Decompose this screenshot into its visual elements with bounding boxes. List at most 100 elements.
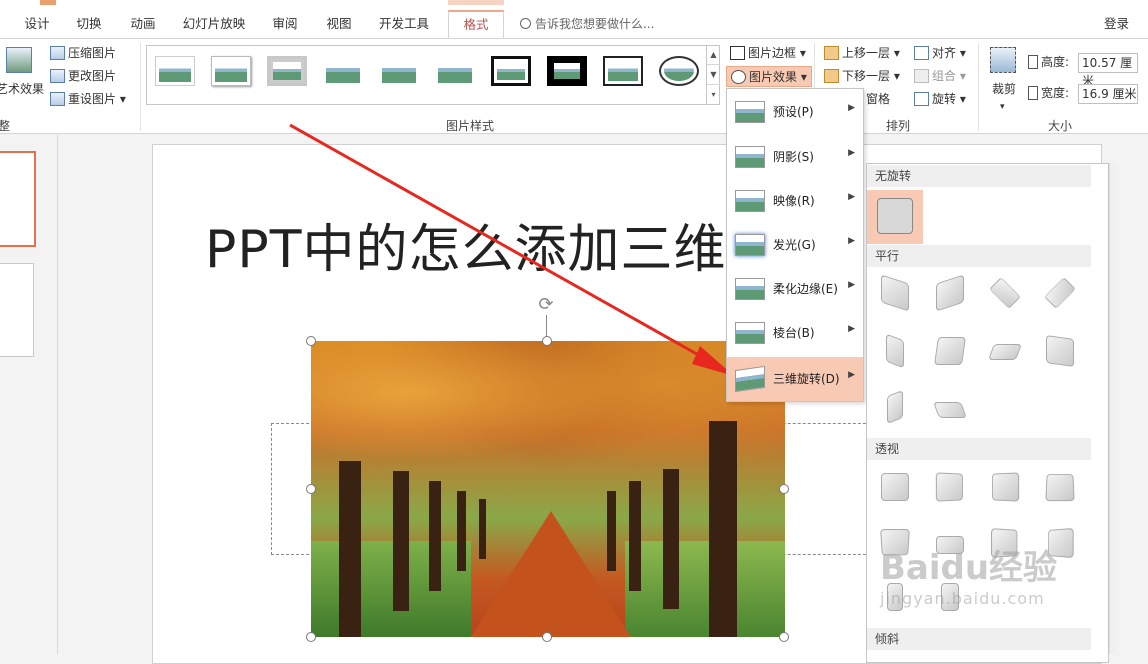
tell-me-box[interactable]: 告诉我您想要做什么... [520,12,654,36]
style-thick-frame[interactable] [267,56,307,86]
gallery-down-icon[interactable]: ▼ [707,65,720,85]
width-label: 宽度: [1028,83,1069,104]
tell-me-text: 告诉我您想要做什么... [535,17,655,31]
menu-item-label: 预设(P) [773,105,814,119]
tree-trunk [457,491,466,571]
option-parallel-4[interactable] [1037,270,1083,316]
slide-thumbnail-2[interactable] [0,263,34,357]
compress-icon [50,46,65,60]
submenu-scrollbar[interactable] [1109,163,1117,654]
gallery-more-icon[interactable]: ▾ [707,85,720,105]
selected-picture[interactable] [311,341,785,637]
bring-forward-button[interactable]: 上移一层 ▾ [824,43,900,64]
watermark-brand: Baidu经验 [880,548,1058,588]
style-black-frame[interactable] [491,56,531,86]
resize-handle[interactable] [542,632,552,642]
option-no-rotation[interactable] [867,190,923,244]
style-shadow[interactable] [435,56,475,86]
tree-trunk [393,471,409,611]
contextual-tab-header [448,0,504,5]
picture-border-button[interactable]: 图片边框 ▾ [730,43,806,64]
height-input[interactable]: 10.57 厘米 [1078,53,1138,88]
menu-item-reflection[interactable]: 映像(R) ▶ [727,179,863,223]
option-parallel-6[interactable] [927,328,973,374]
chevron-right-icon: ▶ [848,370,855,380]
ribbon-tab-bar: 设计 切换 动画 幻灯片放映 审阅 视图 开发工具 格式 告诉我您想要做什么..… [0,0,1148,38]
tab-developer[interactable]: 开发工具 [376,12,432,36]
resize-handle[interactable] [306,484,316,494]
option-parallel-5[interactable] [872,328,918,374]
tab-review[interactable]: 审阅 [268,12,302,36]
tab-design[interactable]: 设计 [20,12,54,36]
option-parallel-1[interactable] [872,270,918,316]
style-oval[interactable] [659,56,699,86]
option-perspective-2[interactable] [927,464,973,510]
style-simple-frame[interactable] [155,56,195,86]
menu-item-soft-edges[interactable]: 柔化边缘(E) ▶ [727,267,863,311]
tab-transitions[interactable]: 切换 [72,12,106,36]
option-parallel-9[interactable] [872,384,918,430]
option-parallel-7[interactable] [982,328,1028,374]
bevel-icon [735,322,765,344]
picture-styles-gallery [146,45,720,105]
option-perspective-1[interactable] [872,464,918,510]
option-parallel-2[interactable] [927,270,973,316]
option-parallel-3[interactable] [982,270,1028,316]
art-effects-button[interactable]: 艺术效果 [0,79,44,100]
resize-handle[interactable] [779,632,789,642]
send-backward-button[interactable]: 下移一层 ▾ [824,66,900,87]
rotate-button[interactable]: 旋转 ▾ [914,89,966,110]
resize-handle[interactable] [542,336,552,346]
watermark-url: jingyan.baidu.com [880,589,1045,608]
chevron-right-icon: ▶ [848,324,855,334]
login-link[interactable]: 登录 [1104,12,1129,36]
crop-dropdown-icon[interactable]: ▾ [1000,97,1005,118]
gallery-up-icon[interactable]: ▲ [707,45,720,65]
slide-title[interactable]: PPT中的怎么添加三维 [205,207,726,282]
tab-format[interactable]: 格式 [448,10,504,38]
align-icon [914,46,929,60]
menu-item-preset[interactable]: 预设(P) ▶ [727,90,863,134]
option-parallel-8[interactable] [1037,328,1083,374]
menu-item-label: 映像(R) [773,194,815,208]
tab-animations[interactable]: 动画 [126,12,160,36]
effects-icon [731,70,746,84]
resize-handle[interactable] [779,484,789,494]
style-reflected-rounded[interactable] [379,56,419,86]
style-soft-edge[interactable] [211,56,251,86]
compress-picture-button[interactable]: 压缩图片 [50,43,116,64]
picture-effects-button[interactable]: 图片效果 ▾ [726,66,812,87]
resize-handle[interactable] [306,336,316,346]
option-perspective-3[interactable] [982,464,1028,510]
group-separator [140,43,141,131]
tree-trunk [663,469,679,609]
width-input[interactable]: 16.9 厘米 [1078,84,1138,104]
slide-thumbnail-1[interactable] [0,151,36,247]
adjust-group-label: 整 [0,119,11,133]
selection-pane-button[interactable]: 窗格 [866,89,890,110]
align-button[interactable]: 对齐 ▾ [914,43,966,64]
rotation-handle-icon[interactable]: ⟳ [536,295,556,315]
menu-item-label: 棱台(B) [773,326,815,340]
menu-item-shadow[interactable]: 阴影(S) ▶ [727,135,863,179]
section-oblique: 倾斜 [867,628,1091,650]
reset-picture-button[interactable]: 重设图片 ▾ [50,89,126,110]
tab-slideshow[interactable]: 幻灯片放映 [180,12,248,36]
gallery-scroll[interactable]: ▲ ▼ ▾ [706,45,720,105]
option-parallel-10[interactable] [927,384,973,430]
menu-item-3d-rotation[interactable]: 三维旋转(D) ▶ [727,357,863,401]
menu-item-bevel[interactable]: 棱台(B) ▶ [727,311,863,355]
style-bevel-black[interactable] [603,56,643,86]
tab-view[interactable]: 视图 [322,12,356,36]
picture-effects-menu: 预设(P) ▶ 阴影(S) ▶ 映像(R) ▶ 发光(G) ▶ 柔化边缘(E) … [726,88,864,402]
group-button[interactable]: 组合 ▾ [914,66,966,87]
option-perspective-4[interactable] [1037,464,1083,510]
style-reflected[interactable] [323,56,363,86]
chevron-right-icon: ▶ [848,192,855,202]
size-group-label: 大小 [1048,119,1073,133]
resize-handle[interactable] [306,632,316,642]
style-thick-black[interactable] [547,56,587,86]
preset-icon [735,101,765,123]
change-picture-button[interactable]: 更改图片 [50,66,116,87]
menu-item-glow[interactable]: 发光(G) ▶ [727,223,863,267]
